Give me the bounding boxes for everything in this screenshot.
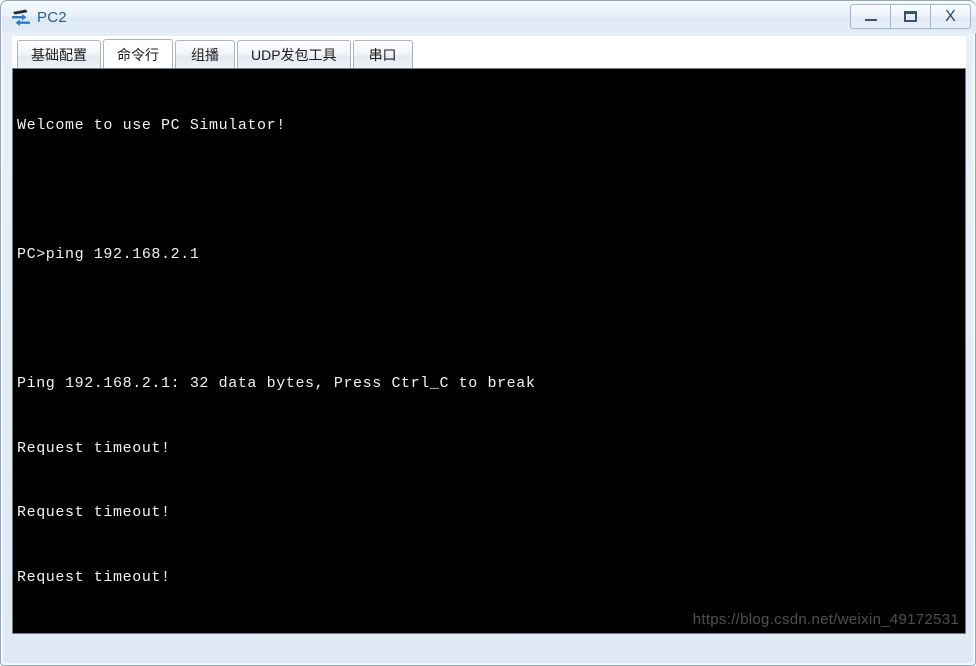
close-button[interactable]: X	[930, 4, 971, 29]
tab-label: UDP发包工具	[251, 47, 337, 63]
minimize-button[interactable]	[850, 4, 891, 29]
terminal-line: Ping 192.168.2.1: 32 data bytes, Press C…	[17, 375, 536, 392]
terminal-console[interactable]: Welcome to use PC Simulator! PC>ping 192…	[12, 68, 966, 634]
tab-label: 串口	[368, 47, 397, 63]
tab-udp-tool[interactable]: UDP发包工具	[237, 40, 351, 69]
network-switch-icon	[10, 8, 32, 28]
terminal-line: PC>ping 192.168.2.1	[17, 246, 200, 263]
tab-label: 组播	[191, 47, 219, 63]
client-area: 基础配置 命令行 组播 UDP发包工具 串口 Welcome to use PC…	[12, 36, 966, 654]
tab-serial-port[interactable]: 串口	[352, 40, 413, 69]
minimize-icon	[864, 19, 877, 21]
title-bar[interactable]: PC2 X	[2, 2, 976, 33]
terminal-line: Request timeout!	[17, 631, 965, 633]
tab-label: 基础配置	[31, 47, 87, 63]
pc2-window: PC2 X 基础配置 命令行 组播 UDP发包工具 串口 Welcome to …	[0, 0, 976, 666]
terminal-line: Request timeout!	[17, 568, 171, 586]
tab-strip: 基础配置 命令行 组播 UDP发包工具 串口	[12, 36, 966, 69]
close-icon: X	[945, 7, 956, 25]
tab-multicast[interactable]: 组播	[175, 40, 235, 69]
terminal-output: Welcome to use PC Simulator! PC>ping 192…	[13, 69, 965, 633]
terminal-line: Request timeout!	[17, 504, 171, 521]
maximize-button[interactable]	[890, 4, 931, 29]
maximize-icon	[904, 11, 917, 22]
window-controls: X	[850, 4, 971, 30]
terminal-line: Welcome to use PC Simulator!	[17, 117, 286, 134]
tab-command-line[interactable]: 命令行	[103, 39, 173, 69]
tab-label: 命令行	[117, 46, 159, 63]
tab-basic-config[interactable]: 基础配置	[17, 40, 101, 69]
window-title: PC2	[37, 9, 67, 26]
terminal-line: Request timeout!	[17, 439, 171, 457]
